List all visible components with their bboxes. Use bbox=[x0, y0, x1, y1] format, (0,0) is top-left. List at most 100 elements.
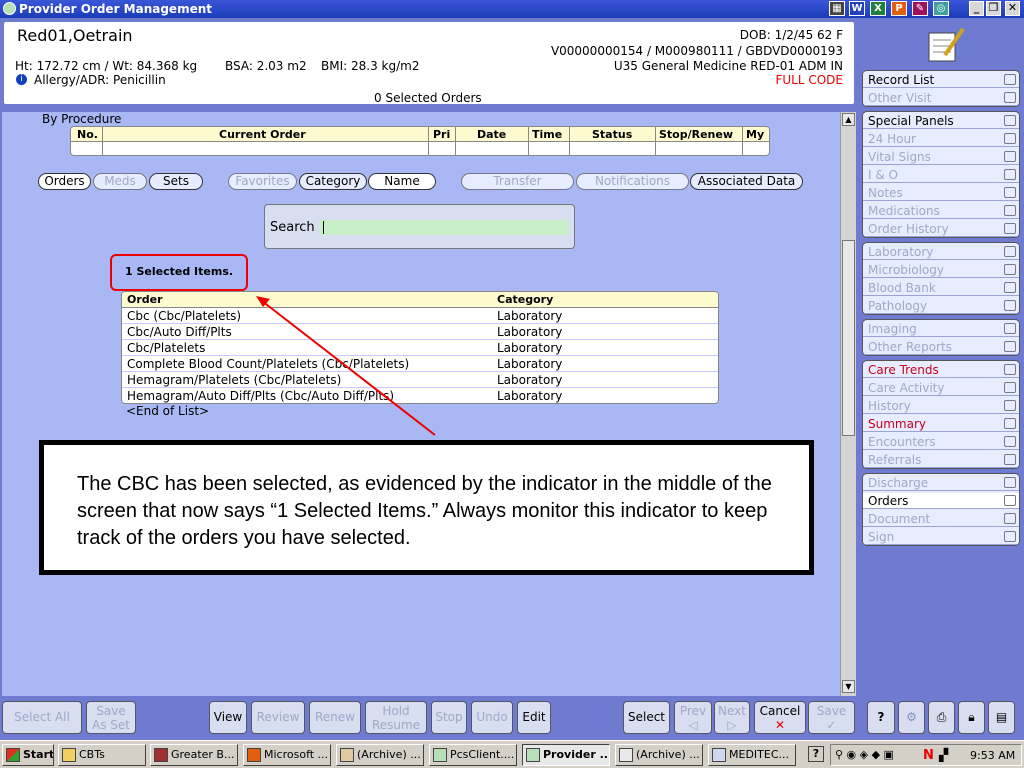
nav-other-reports[interactable]: Other Reports bbox=[863, 339, 1019, 355]
nav-encounters[interactable]: Encounters bbox=[863, 434, 1019, 450]
view-button[interactable]: View bbox=[209, 701, 247, 734]
tab-sets[interactable]: Sets bbox=[149, 173, 203, 190]
tab-orders[interactable]: Orders bbox=[38, 173, 91, 190]
nav-document[interactable]: Document bbox=[863, 511, 1019, 527]
list-item[interactable]: Hemagram/Auto Diff/Plts (Cbc/Auto Diff/P… bbox=[122, 388, 718, 403]
tab-notifications[interactable]: Notifications bbox=[576, 173, 689, 190]
scroll-thumb[interactable] bbox=[842, 240, 855, 436]
info-icon[interactable]: i bbox=[16, 74, 27, 85]
list-item[interactable]: Cbc/Auto Diff/Plts Laboratory bbox=[122, 324, 718, 340]
nav-care-activity[interactable]: Care Activity bbox=[863, 380, 1019, 396]
order-category: Laboratory bbox=[497, 357, 563, 371]
cancel-button[interactable]: Cancel ✕ bbox=[754, 701, 806, 734]
undo-button[interactable]: Undo bbox=[471, 701, 513, 734]
select-button[interactable]: Select bbox=[623, 701, 670, 734]
nav-special-panels[interactable]: Special Panels bbox=[863, 113, 1019, 129]
nav-blood-bank[interactable]: Blood Bank bbox=[863, 280, 1019, 296]
callout-text: The CBC has been selected, as evidenced … bbox=[77, 473, 772, 549]
nav-laboratory[interactable]: Laboratory bbox=[863, 244, 1019, 260]
network-icon[interactable]: ▞ bbox=[939, 748, 948, 762]
nav-referrals[interactable]: Referrals bbox=[863, 452, 1019, 468]
tray-icons[interactable]: ⚲ ◉ ◈ ◆ ▣ bbox=[835, 748, 894, 761]
powerpoint-icon[interactable]: P bbox=[891, 1, 907, 16]
nav-record-list[interactable]: Record List bbox=[863, 72, 1019, 88]
restore-button[interactable]: ❐ bbox=[986, 1, 1001, 16]
next-button[interactable]: Next ▷ bbox=[714, 701, 750, 734]
renew-button[interactable]: Renew bbox=[309, 701, 361, 734]
help-button[interactable]: ? bbox=[867, 701, 895, 734]
tab-favorites[interactable]: Favorites bbox=[228, 173, 297, 190]
nav-notes[interactable]: Notes bbox=[863, 185, 1019, 201]
nav-medications[interactable]: Medications bbox=[863, 203, 1019, 219]
nav-order-history[interactable]: Order History bbox=[863, 221, 1019, 237]
lock-icon[interactable]: 🔒︎ bbox=[958, 701, 985, 734]
review-button[interactable]: Review bbox=[251, 701, 305, 734]
patient-name: Red01,Oetrain bbox=[17, 26, 133, 45]
app-shortcut-icon[interactable]: ◎ bbox=[933, 1, 949, 16]
list-item[interactable]: Hemagram/Platelets (Cbc/Platelets) Labor… bbox=[122, 372, 718, 388]
taskbar-item[interactable]: (Archive) ... bbox=[336, 744, 424, 766]
nav-pathology[interactable]: Pathology bbox=[863, 298, 1019, 314]
nav-group-panels: Special Panels 24 Hour Vital Signs I & O… bbox=[862, 111, 1020, 238]
taskbar-item[interactable]: Greater B... bbox=[150, 744, 238, 766]
taskbar-item[interactable]: MEDITEC... bbox=[708, 744, 796, 766]
scroll-up-arrow-icon[interactable]: ▲ bbox=[842, 113, 855, 126]
nav-label: Medications bbox=[868, 204, 940, 218]
minimize-button[interactable]: _ bbox=[969, 1, 984, 16]
nav-microbiology[interactable]: Microbiology bbox=[863, 262, 1019, 278]
access-icon[interactable]: ✎ bbox=[912, 1, 928, 16]
button-line: Hold bbox=[382, 704, 410, 718]
record-list-icon bbox=[1004, 74, 1016, 85]
printer-icon[interactable]: ⎙ bbox=[928, 701, 955, 734]
taskbar-label: Microsoft ... bbox=[264, 748, 329, 761]
gear-icon[interactable]: ⚙ bbox=[898, 701, 925, 734]
taskbar-item-active[interactable]: Provider ... bbox=[522, 744, 610, 766]
nav-orders[interactable]: Orders bbox=[863, 493, 1019, 509]
tab-meds[interactable]: Meds bbox=[93, 173, 147, 190]
keyboard-icon[interactable]: ▤ bbox=[988, 701, 1015, 734]
nav-vital-signs[interactable]: Vital Signs bbox=[863, 149, 1019, 165]
nav-i-and-o[interactable]: I & O bbox=[863, 167, 1019, 183]
taskbar-item[interactable]: CBTs bbox=[58, 744, 146, 766]
tab-associated-data[interactable]: Associated Data bbox=[690, 173, 803, 190]
taskbar-item[interactable]: (Archive) ... bbox=[615, 744, 703, 766]
notepad-icon[interactable] bbox=[925, 25, 965, 63]
help-icon[interactable]: ? bbox=[808, 746, 824, 762]
edit-button[interactable]: Edit bbox=[517, 701, 551, 734]
nav-history[interactable]: History bbox=[863, 398, 1019, 414]
list-item[interactable]: Complete Blood Count/Platelets (Cbc/Plat… bbox=[122, 356, 718, 372]
stop-button[interactable]: Stop bbox=[431, 701, 467, 734]
vertical-scrollbar[interactable]: ▲ ▼ bbox=[840, 112, 856, 696]
button-line: Save bbox=[96, 704, 126, 718]
taskbar-item[interactable]: Microsoft ... bbox=[243, 744, 331, 766]
nav-discharge[interactable]: Discharge bbox=[863, 475, 1019, 491]
save-as-set-button[interactable]: Save As Set bbox=[86, 701, 136, 734]
nav-group-records: Record List Other Visit bbox=[862, 70, 1020, 107]
tab-category[interactable]: Category bbox=[299, 173, 367, 190]
nav-imaging[interactable]: Imaging bbox=[863, 321, 1019, 337]
list-item[interactable]: Cbc (Cbc/Platelets) Laboratory bbox=[122, 308, 718, 324]
tab-transfer[interactable]: Transfer bbox=[461, 173, 574, 190]
nav-other-visit[interactable]: Other Visit bbox=[863, 90, 1019, 106]
prev-button[interactable]: Prev ◁ bbox=[674, 701, 712, 734]
list-item[interactable]: Cbc/Platelets Laboratory bbox=[122, 340, 718, 356]
scroll-down-arrow-icon[interactable]: ▼ bbox=[842, 680, 855, 693]
save-button[interactable]: Save ✓ bbox=[808, 701, 855, 734]
select-all-button[interactable]: Select All bbox=[2, 701, 82, 734]
search-input[interactable] bbox=[319, 220, 569, 235]
hold-resume-button[interactable]: Hold Resume bbox=[365, 701, 427, 734]
button-line: Resume bbox=[371, 718, 421, 732]
start-button[interactable]: Start bbox=[2, 744, 54, 766]
tray-app-icon[interactable]: ▦ bbox=[829, 1, 845, 16]
close-button[interactable]: ✕ bbox=[1005, 1, 1020, 16]
start-label: Start bbox=[23, 748, 54, 761]
nav-24-hour[interactable]: 24 Hour bbox=[863, 131, 1019, 147]
word-icon[interactable]: W bbox=[849, 1, 865, 16]
nav-care-trends[interactable]: Care Trends bbox=[863, 362, 1019, 378]
nav-summary[interactable]: Summary bbox=[863, 416, 1019, 432]
tab-name[interactable]: Name bbox=[368, 173, 436, 190]
nav-sign[interactable]: Sign bbox=[863, 529, 1019, 545]
taskbar-item[interactable]: PcsClient.... bbox=[429, 744, 517, 766]
n-icon[interactable]: N bbox=[923, 748, 934, 763]
excel-icon[interactable]: X bbox=[870, 1, 886, 16]
